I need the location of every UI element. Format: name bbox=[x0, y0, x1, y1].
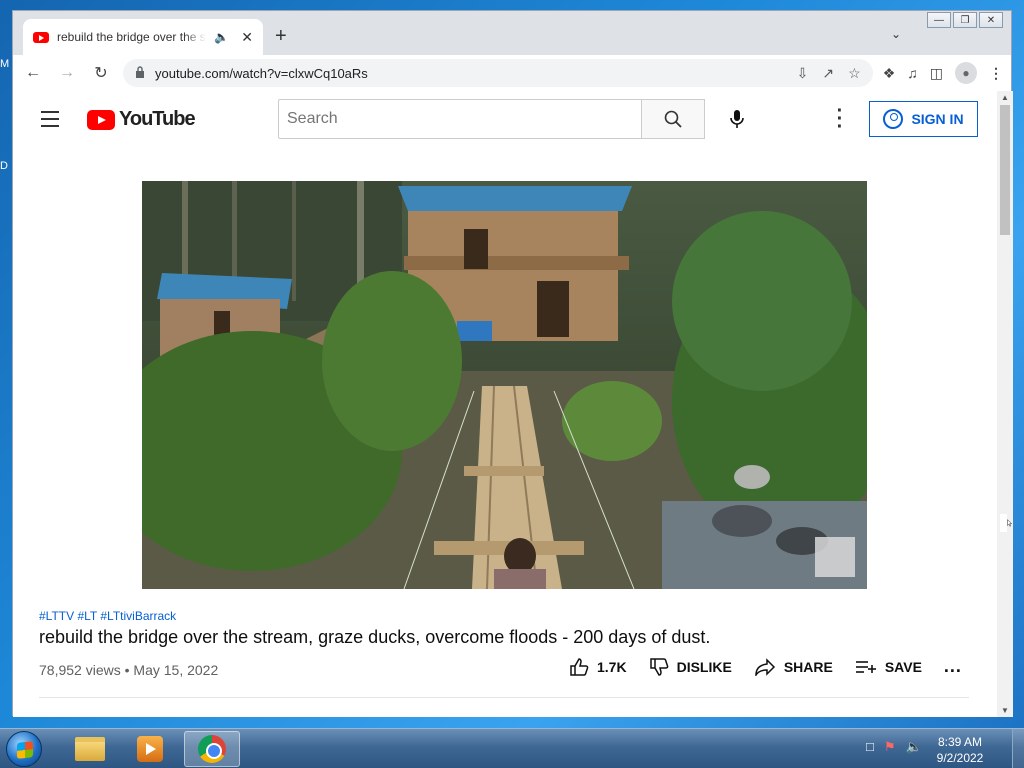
youtube-favicon-icon bbox=[33, 31, 49, 43]
youtube-header: YouTube ··· SIGN IN bbox=[13, 91, 997, 147]
share-page-icon[interactable]: ↗ bbox=[822, 65, 834, 82]
taskbar-chrome[interactable] bbox=[184, 731, 240, 767]
close-tab-icon[interactable]: ✕ bbox=[241, 29, 253, 46]
extensions-puzzle-icon[interactable]: ❖ bbox=[883, 65, 896, 82]
taskbar-explorer[interactable] bbox=[62, 731, 118, 767]
like-button[interactable]: 1.7K bbox=[569, 657, 627, 677]
audio-playing-icon[interactable]: 🔈 bbox=[214, 30, 229, 44]
video-player[interactable] bbox=[142, 181, 867, 589]
taskbar-clock[interactable]: 8:39 AM 9/2/2022 bbox=[930, 734, 990, 766]
thumbs-down-icon bbox=[649, 657, 668, 676]
more-actions-button[interactable]: ... bbox=[944, 656, 962, 677]
settings-more-icon[interactable]: · · · bbox=[835, 101, 845, 137]
view-count: 78,952 views bbox=[39, 662, 121, 678]
omnibox-actions: ⇩ ↗ ☆ bbox=[797, 65, 861, 82]
content-divider bbox=[39, 697, 969, 698]
video-title: rebuild the bridge over the stream, graz… bbox=[39, 627, 711, 647]
save-button[interactable]: SAVE bbox=[855, 659, 922, 675]
clock-date: 9/2/2022 bbox=[936, 751, 984, 765]
install-app-icon[interactable]: ⇩ bbox=[797, 65, 809, 82]
taskbar-media-player[interactable] bbox=[122, 731, 178, 767]
restore-button[interactable]: ❐ bbox=[953, 12, 977, 28]
browser-toolbar: ← → ↻ youtube.com/watch?v=clxwCq10aRs ⇩ … bbox=[13, 55, 1011, 91]
tab-search-chevron-icon[interactable]: ⌄ bbox=[891, 27, 901, 41]
like-count: 1.7K bbox=[597, 658, 627, 675]
clock-time: 8:39 AM bbox=[937, 735, 983, 749]
bookmark-star-icon[interactable]: ☆ bbox=[848, 65, 861, 82]
action-center-flag-icon[interactable]: ⚑ bbox=[884, 739, 896, 755]
video-frame-image bbox=[142, 181, 867, 589]
video-hashtags[interactable]: #LTTV #LT #LTtiviBarrack bbox=[39, 609, 176, 623]
new-tab-button[interactable]: + bbox=[275, 25, 287, 48]
scrollbar-thumb[interactable] bbox=[1000, 105, 1010, 235]
system-tray: □ ⚑ 🔈 bbox=[866, 739, 922, 755]
youtube-logo-text: YouTube bbox=[119, 108, 196, 130]
share-button[interactable]: SHARE bbox=[754, 657, 833, 676]
video-meta: 78,952 views • May 15, 2022 bbox=[39, 662, 218, 678]
address-bar[interactable]: youtube.com/watch?v=clxwCq10aRs ⇩ ↗ ☆ bbox=[123, 59, 873, 87]
forward-button[interactable]: → bbox=[55, 61, 79, 85]
scroll-up-arrow-icon[interactable]: ▲ bbox=[1001, 93, 1009, 102]
add-to-playlist-icon bbox=[855, 660, 876, 673]
save-label: SAVE bbox=[884, 658, 922, 675]
minimize-button[interactable]: — bbox=[927, 12, 951, 28]
account-icon bbox=[883, 109, 904, 129]
browser-window: rebuild the bridge over the s 🔈 ✕ + ⌄ — … bbox=[12, 10, 1013, 717]
video-actions: 1.7K DISLIKE SHARE SAVE ... bbox=[569, 656, 962, 677]
windows-taskbar: □ ⚑ 🔈 8:39 AM 9/2/2022 bbox=[0, 728, 1024, 768]
page-scrollbar[interactable]: ▲ ▼ bbox=[997, 91, 1013, 717]
dislike-button[interactable]: DISLIKE bbox=[649, 657, 732, 677]
browser-menu-icon[interactable]: ⋮ bbox=[989, 65, 1003, 82]
volume-icon[interactable]: 🔈 bbox=[906, 739, 922, 755]
search-input[interactable] bbox=[278, 99, 642, 139]
share-icon bbox=[755, 657, 775, 676]
back-button[interactable]: ← bbox=[21, 61, 45, 85]
dislike-label: DISLIKE bbox=[676, 658, 732, 675]
sign-in-label: SIGN IN bbox=[911, 111, 964, 127]
microphone-icon bbox=[730, 110, 744, 128]
guide-menu-icon[interactable] bbox=[41, 111, 59, 132]
youtube-logo-icon bbox=[87, 109, 115, 130]
desktop-icon-label-d[interactable]: D bbox=[0, 160, 12, 172]
upload-date: May 15, 2022 bbox=[133, 662, 219, 678]
desktop-icon-label-m[interactable]: M bbox=[0, 58, 12, 70]
voice-search-button[interactable] bbox=[721, 103, 753, 135]
show-desktop-button[interactable] bbox=[1012, 729, 1024, 768]
tab-title: rebuild the bridge over the s bbox=[57, 30, 206, 44]
start-button[interactable] bbox=[6, 731, 42, 767]
scroll-down-arrow-icon[interactable]: ▼ bbox=[1001, 706, 1009, 715]
url-text[interactable]: youtube.com/watch?v=clxwCq10aRs bbox=[155, 66, 368, 81]
chrome-icon bbox=[198, 735, 226, 763]
mouse-cursor-icon bbox=[1000, 514, 1012, 532]
media-control-icon[interactable]: ♫ bbox=[907, 65, 918, 81]
network-icon[interactable]: □ bbox=[866, 739, 874, 755]
sign-in-button[interactable]: SIGN IN bbox=[869, 101, 978, 137]
desktop-edge: M D bbox=[0, 58, 12, 262]
side-panel-icon[interactable]: ◫ bbox=[930, 65, 943, 82]
thumbs-up-icon bbox=[570, 657, 589, 676]
page-viewport: YouTube ··· SIGN IN bbox=[13, 91, 997, 717]
search-icon bbox=[664, 110, 682, 128]
search-button[interactable] bbox=[641, 99, 705, 139]
channel-watermark[interactable] bbox=[815, 537, 855, 577]
folder-icon bbox=[75, 737, 105, 761]
tab-youtube[interactable]: rebuild the bridge over the s 🔈 ✕ bbox=[23, 19, 263, 55]
share-label: SHARE bbox=[783, 658, 833, 675]
tab-strip: rebuild the bridge over the s 🔈 ✕ + ⌄ — … bbox=[13, 11, 1011, 55]
profile-avatar-icon[interactable]: ● bbox=[955, 62, 977, 84]
reload-button[interactable]: ↻ bbox=[89, 61, 113, 85]
close-window-button[interactable]: ✕ bbox=[979, 12, 1003, 28]
extension-area: ❖ ♫ ◫ ● ⋮ bbox=[883, 62, 1003, 84]
media-player-icon bbox=[137, 736, 163, 762]
more-actions-label: ... bbox=[943, 656, 962, 676]
youtube-logo[interactable]: YouTube bbox=[87, 108, 196, 131]
lock-icon[interactable] bbox=[135, 65, 145, 81]
window-controls: — ❐ ✕ bbox=[927, 12, 1003, 28]
